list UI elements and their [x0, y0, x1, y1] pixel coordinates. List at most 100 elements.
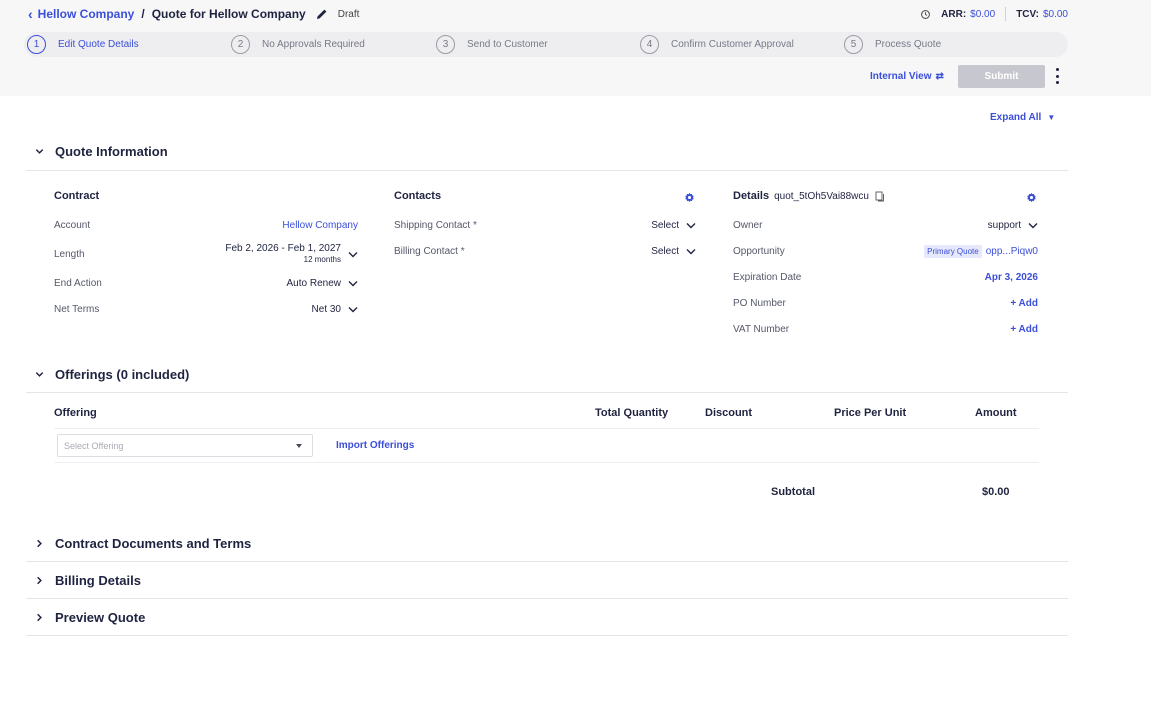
step-no-approvals[interactable]: 2 No Approvals Required	[231, 35, 365, 54]
end-action-label: End Action	[54, 278, 102, 289]
column-header-total-quantity: Total Quantity	[595, 407, 669, 419]
divider	[26, 561, 1068, 562]
owner-select[interactable]: support	[900, 220, 1038, 231]
billing-contact-label: Billing Contact *	[394, 246, 465, 257]
swap-icon: ⇄	[935, 71, 944, 82]
net-terms-label: Net Terms	[54, 304, 100, 315]
divider	[26, 170, 1068, 171]
page-title: Quote for Hellow Company	[151, 7, 306, 21]
step-edit-quote-details[interactable]: 1 Edit Quote Details	[27, 35, 139, 54]
progress-stepper: 1 Edit Quote Details 2 No Approvals Requ…	[24, 32, 1068, 57]
divider	[26, 598, 1068, 599]
history-icon[interactable]	[920, 9, 931, 20]
metrics-summary: ARR: $0.00 TCV: $0.00	[920, 7, 1068, 21]
primary-quote-badge: Primary Quote	[924, 245, 982, 258]
select-offering-dropdown[interactable]: Select Offering	[57, 434, 313, 457]
arr-label: ARR:	[941, 8, 967, 20]
chevron-left-icon[interactable]: ‹	[28, 7, 33, 21]
opportunity-value: Primary Quote opp...Piqw0	[880, 245, 1038, 258]
subtotal-value: $0.00	[982, 486, 1010, 498]
shipping-contact-label: Shipping Contact *	[394, 220, 477, 231]
end-action-select[interactable]: Auto Renew	[200, 278, 358, 289]
more-options-icon[interactable]	[1052, 68, 1062, 84]
step-label: Send to Customer	[467, 39, 548, 50]
section-title: Preview Quote	[55, 609, 146, 625]
shipping-contact-select[interactable]: Select	[600, 220, 696, 231]
step-label: No Approvals Required	[262, 39, 365, 50]
step-number: 2	[231, 35, 250, 54]
table-divider	[54, 462, 1039, 463]
step-send-to-customer[interactable]: 3 Send to Customer	[436, 35, 548, 54]
contract-documents-header[interactable]: Contract Documents and Terms	[26, 533, 1068, 553]
chevron-down-icon	[348, 281, 358, 287]
divider	[26, 635, 1068, 636]
caret-down-icon: ▼	[1047, 113, 1056, 122]
chevron-right-icon	[37, 613, 42, 621]
chevron-down-icon	[35, 148, 44, 154]
import-offerings-button[interactable]: Import Offerings	[336, 440, 414, 451]
submit-button[interactable]: Submit	[958, 65, 1045, 88]
pencil-icon[interactable]	[316, 8, 328, 20]
details-title-row: Details quot_5tOh5Vai88wcu	[733, 190, 885, 202]
step-number: 5	[844, 35, 863, 54]
caret-down-icon	[296, 444, 302, 448]
gear-icon[interactable]	[684, 192, 695, 203]
shipping-contact-value: Select	[651, 220, 679, 231]
quote-information-header[interactable]: Quote Information	[26, 141, 1068, 161]
quote-id: quot_5tOh5Vai88wcu	[774, 190, 869, 202]
net-terms-value: Net 30	[311, 304, 341, 315]
billing-contact-select[interactable]: Select	[600, 246, 696, 257]
net-terms-select[interactable]: Net 30	[200, 304, 358, 315]
account-link[interactable]: Hellow Company	[200, 220, 358, 231]
chevron-down-icon	[686, 249, 696, 255]
chevron-down-icon[interactable]	[348, 251, 358, 258]
column-header-discount: Discount	[705, 407, 753, 419]
account-label: Account	[54, 220, 91, 231]
arr-value: $0.00	[970, 8, 996, 20]
chevron-right-icon	[37, 539, 42, 547]
step-number: 3	[436, 35, 455, 54]
expand-all-label: Expand All	[990, 112, 1042, 123]
chevron-down-icon	[35, 371, 44, 377]
internal-view-toggle[interactable]: Internal View ⇄	[870, 71, 944, 82]
breadcrumb: ‹ Hellow Company / Quote for Hellow Comp…	[28, 7, 359, 21]
expiration-date-value[interactable]: Apr 3, 2026	[900, 272, 1038, 283]
expand-all-button[interactable]: Expand All ▼	[990, 112, 1055, 123]
contract-title: Contract	[54, 190, 100, 202]
expiration-label: Expiration Date	[733, 272, 802, 283]
step-label: Confirm Customer Approval	[671, 39, 794, 50]
tcv-label: TCV:	[1016, 8, 1039, 20]
step-number: 1	[27, 35, 46, 54]
chevron-down-icon	[1028, 223, 1038, 229]
preview-quote-header[interactable]: Preview Quote	[26, 607, 1068, 627]
step-label: Edit Quote Details	[58, 39, 139, 50]
add-vat-number-button[interactable]: + Add	[900, 324, 1038, 335]
length-value[interactable]: Feb 2, 2026 - Feb 1, 2027 12 months	[180, 243, 341, 264]
table-divider	[54, 428, 1039, 429]
gear-icon[interactable]	[1026, 192, 1037, 203]
step-confirm-approval[interactable]: 4 Confirm Customer Approval	[640, 35, 794, 54]
billing-details-header[interactable]: Billing Details	[26, 570, 1068, 590]
breadcrumb-separator: /	[141, 7, 145, 21]
step-number: 4	[640, 35, 659, 54]
section-title: Billing Details	[55, 572, 141, 588]
step-label: Process Quote	[875, 39, 942, 50]
copy-icon[interactable]	[875, 191, 885, 202]
chevron-down-icon	[686, 223, 696, 229]
end-action-value: Auto Renew	[286, 278, 341, 289]
opportunity-link[interactable]: opp...Piqw0	[986, 246, 1038, 257]
step-process-quote[interactable]: 5 Process Quote	[844, 35, 941, 54]
column-header-amount: Amount	[975, 407, 1017, 419]
divider	[26, 392, 1068, 393]
length-duration: 12 months	[303, 255, 341, 264]
owner-value: support	[987, 220, 1021, 231]
length-label: Length	[54, 249, 85, 260]
section-title: Contract Documents and Terms	[55, 535, 252, 551]
vat-number-label: VAT Number	[733, 324, 790, 335]
opportunity-label: Opportunity	[733, 246, 785, 257]
column-header-offering: Offering	[54, 407, 97, 419]
add-po-number-button[interactable]: + Add	[900, 298, 1038, 309]
status-badge: Draft	[337, 8, 360, 20]
breadcrumb-company-link[interactable]: Hellow Company	[38, 7, 135, 21]
offerings-header[interactable]: Offerings (0 included)	[26, 364, 1068, 384]
